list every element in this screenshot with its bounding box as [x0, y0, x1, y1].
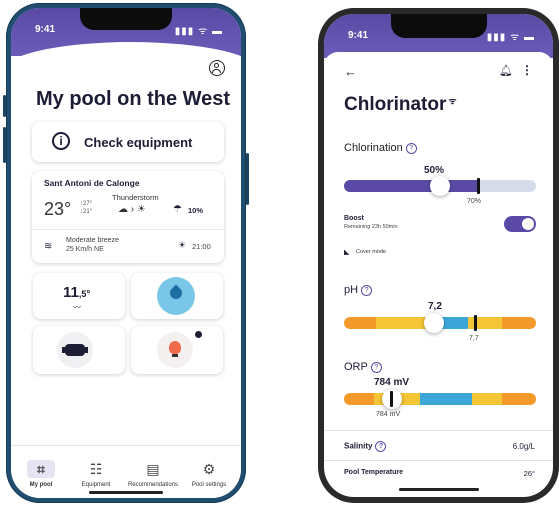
sunset-icon: ☀: [178, 240, 187, 250]
header-sheet: [324, 52, 553, 72]
chevron-down-icon: ⌄: [240, 93, 241, 108]
status-icons: ▮▮▮ ᯤ ▬: [486, 32, 535, 43]
weather-temp-high: ↑27°: [80, 201, 93, 207]
cover-mode-label: Cover mode: [356, 249, 386, 255]
help-icon[interactable]: ?: [375, 441, 387, 452]
wind-description: Moderate breeze: [66, 237, 119, 244]
weather-forecast-icon: ☁ › ☀: [118, 204, 146, 215]
wind-speed: 25 Km/h NE: [66, 246, 104, 253]
cover-mode-icon: ◣: [344, 249, 350, 256]
side-button: [3, 95, 6, 117]
help-icon[interactable]: ?: [361, 284, 373, 296]
check-equipment-label: Check equipment: [84, 135, 193, 150]
home-indicator: [398, 488, 479, 491]
weather-temp-low: ↓21°: [80, 209, 93, 215]
water-temperature-tile[interactable]: 11,5° 〰: [33, 273, 125, 319]
chlorination-fill: [344, 180, 479, 192]
sunset-time: 21:00: [192, 242, 211, 251]
weather-temp: 23°: [44, 199, 72, 219]
weather-card[interactable]: Sant Antoni de Calonge 23° ↑27° ↓21° Thu…: [32, 171, 224, 263]
orp-value: 784 mV: [374, 377, 410, 388]
pump-tile[interactable]: [33, 326, 125, 374]
help-icon[interactable]: ?: [370, 361, 382, 373]
tab-recommendations[interactable]: ▤ Recommendations: [125, 460, 181, 488]
pool-temperature-value: 26°: [523, 469, 535, 478]
pool-selector[interactable]: My pool on the West ⌄: [36, 88, 241, 111]
weather-condition: Thunderstorm: [112, 193, 159, 202]
water-quality-tile[interactable]: [131, 273, 223, 319]
info-icon: i: [52, 132, 70, 150]
left-phone-frame: 9:41 ▮▮▮ ᯤ ▬ My pool on the West ⌄ i Che…: [3, 3, 249, 503]
weather-location: Sant Antoni de Calonge: [44, 178, 140, 188]
side-button: [3, 127, 6, 163]
water-drop-icon: [157, 277, 195, 315]
water-temperature-value: 11,5°: [63, 284, 91, 301]
chlorination-knob[interactable]: [430, 176, 450, 196]
home-indicator: [89, 491, 163, 494]
tab-label: Pool settings: [191, 482, 227, 488]
ph-target: 7,7: [469, 335, 479, 342]
lighting-tile[interactable]: [131, 326, 223, 374]
orp-slider[interactable]: [344, 393, 536, 405]
bell-icon[interactable]: 🔔︎: [499, 64, 513, 77]
status-time: 9:41: [348, 30, 369, 41]
pool-temperature-label: Pool Temperature: [344, 469, 403, 476]
orp-label: ORP?: [344, 361, 382, 373]
notch: [80, 8, 172, 30]
left-screen: 9:41 ▮▮▮ ᯤ ▬ My pool on the West ⌄ i Che…: [11, 8, 241, 498]
right-phone-frame: 9:41 ▮▮▮ ᯤ ▬ ← 🔔︎ ⋮ Chlorinator ᯤ Chlorin…: [318, 8, 559, 503]
right-screen: 9:41 ▮▮▮ ᯤ ▬ ← 🔔︎ ⋮ Chlorinator ᯤ Chlorin…: [324, 14, 553, 497]
check-equipment-button[interactable]: i Check equipment: [32, 122, 224, 162]
orp-target-marker: [390, 391, 393, 407]
chlorination-value: 50%: [424, 165, 445, 176]
chlorination-target: 70%: [467, 198, 482, 205]
light-bulb-icon: [157, 332, 193, 368]
ph-knob[interactable]: [424, 313, 444, 333]
ph-value: 7,2: [428, 301, 442, 312]
more-options-icon[interactable]: ⋮: [521, 63, 533, 77]
notch: [390, 14, 487, 38]
equipment-icon: ☷: [89, 461, 103, 477]
pump-icon: [57, 332, 93, 368]
page-title: Chlorinator ᯤ: [344, 94, 457, 115]
wind-icon: ≋: [44, 241, 53, 252]
salinity-value: 6.0g/L: [512, 442, 535, 451]
umbrella-icon: ☂: [173, 204, 182, 215]
rain-chance: 10%: [188, 206, 204, 215]
tab-label: Recommendations: [127, 482, 179, 488]
side-button: [246, 153, 249, 205]
back-arrow-icon[interactable]: ←: [344, 64, 357, 79]
chlorination-label: Chlorination?: [344, 142, 417, 154]
orp-target: 784 mV: [376, 411, 401, 418]
settings-icon: ⚙: [202, 461, 216, 477]
status-time: 9:41: [35, 24, 56, 35]
boost-toggle[interactable]: [504, 216, 536, 232]
divider: [324, 460, 553, 461]
tab-pool-settings[interactable]: ⚙ Pool settings: [181, 460, 237, 488]
ph-target-marker: [474, 315, 477, 331]
wifi-icon: ᯤ: [448, 96, 457, 106]
chlorination-target-marker: [477, 178, 481, 194]
profile-icon[interactable]: [209, 60, 225, 76]
tab-my-pool[interactable]: ⌗ My pool: [13, 460, 69, 488]
status-icons: ▮▮▮ ᯤ ▬: [174, 26, 223, 37]
help-icon[interactable]: ?: [405, 142, 417, 154]
pool-icon: ⌗: [27, 460, 55, 478]
recommendations-icon: ▤: [146, 461, 160, 477]
pool-title: My pool on the West: [36, 88, 231, 110]
divider: [324, 430, 553, 431]
tab-equipment[interactable]: ☷ Equipment: [68, 460, 124, 488]
salinity-label: Salinity?: [344, 441, 387, 452]
ph-label: pH?: [344, 284, 373, 296]
tab-label: Equipment: [81, 482, 111, 488]
tab-bar: ⌗ My pool ☷ Equipment ▤ Recommendations …: [11, 445, 241, 498]
boost-remaining: Remaining 23h 50min: [344, 224, 398, 230]
water-wave-icon: 〰: [73, 303, 81, 312]
tab-label: My pool: [29, 482, 53, 488]
boost-label: Boost: [344, 215, 364, 222]
status-dot-icon: [195, 331, 202, 338]
divider: [32, 229, 224, 230]
